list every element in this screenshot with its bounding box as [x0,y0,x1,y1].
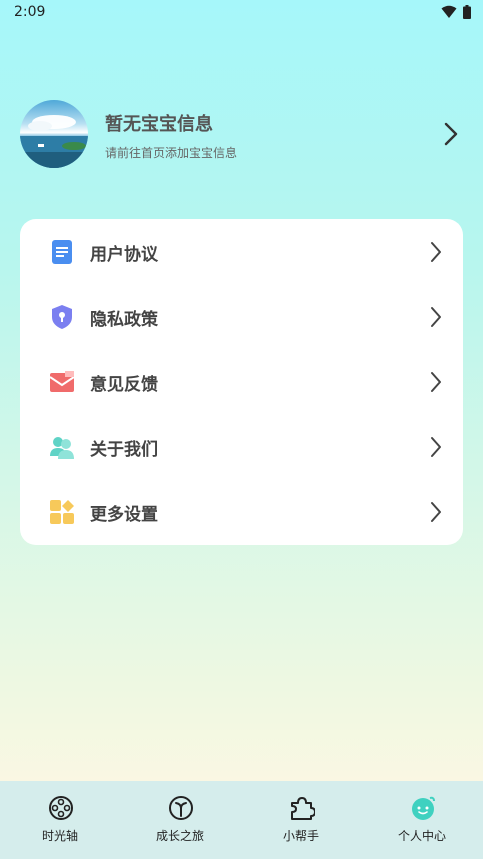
tab-helper[interactable]: 小帮手 [241,781,361,859]
tab-label: 成长之旅 [155,829,204,843]
status-bar: 2:09 [0,0,483,26]
status-icons [441,5,471,19]
profile-subtitle: 请前往首页添加宝宝信息 [105,146,238,160]
puzzle-icon [291,797,315,820]
settings-menu-card: 用户协议 隐私政策 意见反馈 关于我们 更多设置 [20,219,463,545]
tab-label: 时光轴 [41,829,78,843]
grid-icon [50,500,74,524]
battery-icon [463,5,471,19]
chevron-right-icon [431,437,441,457]
avatar-landscape-image [20,115,88,168]
menu-item-label: 用户协议 [90,245,158,265]
tab-label: 个人中心 [397,829,446,843]
chevron-right-icon[interactable] [444,122,458,146]
chevron-right-icon [431,242,441,262]
smiley-icon [412,796,435,820]
menu-item-about-us[interactable]: 关于我们 [20,414,463,479]
tab-growth-journey[interactable]: 成长之旅 [120,781,240,859]
profile-header[interactable]: 暂无宝宝信息 请前往首页添加宝宝信息 [20,100,470,170]
chevron-right-icon [431,372,441,392]
mail-icon [49,371,75,392]
bottom-tab-bar: 时光轴 成长之旅 小帮手 个人中心 [0,781,483,859]
menu-item-user-agreement[interactable]: 用户协议 [20,219,463,284]
tab-personal-center[interactable]: 个人中心 [362,781,482,859]
menu-item-label: 隐私政策 [90,310,158,330]
menu-item-label: 更多设置 [90,505,158,525]
document-icon [52,240,72,264]
avatar[interactable] [20,100,88,168]
tab-timeline[interactable]: 时光轴 [0,781,120,859]
menu-item-feedback[interactable]: 意见反馈 [20,349,463,414]
shield-lock-icon [52,305,72,329]
users-icon [50,437,74,459]
wifi-icon [441,5,457,18]
chevron-right-icon [431,502,441,522]
sprout-icon [169,796,193,820]
menu-item-label: 意见反馈 [90,375,158,395]
tab-label: 小帮手 [282,829,319,843]
profile-name: 暂无宝宝信息 [105,114,213,135]
menu-item-privacy-policy[interactable]: 隐私政策 [20,284,463,349]
film-reel-icon [49,796,73,820]
menu-item-label: 关于我们 [90,440,158,460]
status-time: 2:09 [14,4,46,20]
chevron-right-icon [431,307,441,327]
menu-item-more-settings[interactable]: 更多设置 [20,479,463,544]
